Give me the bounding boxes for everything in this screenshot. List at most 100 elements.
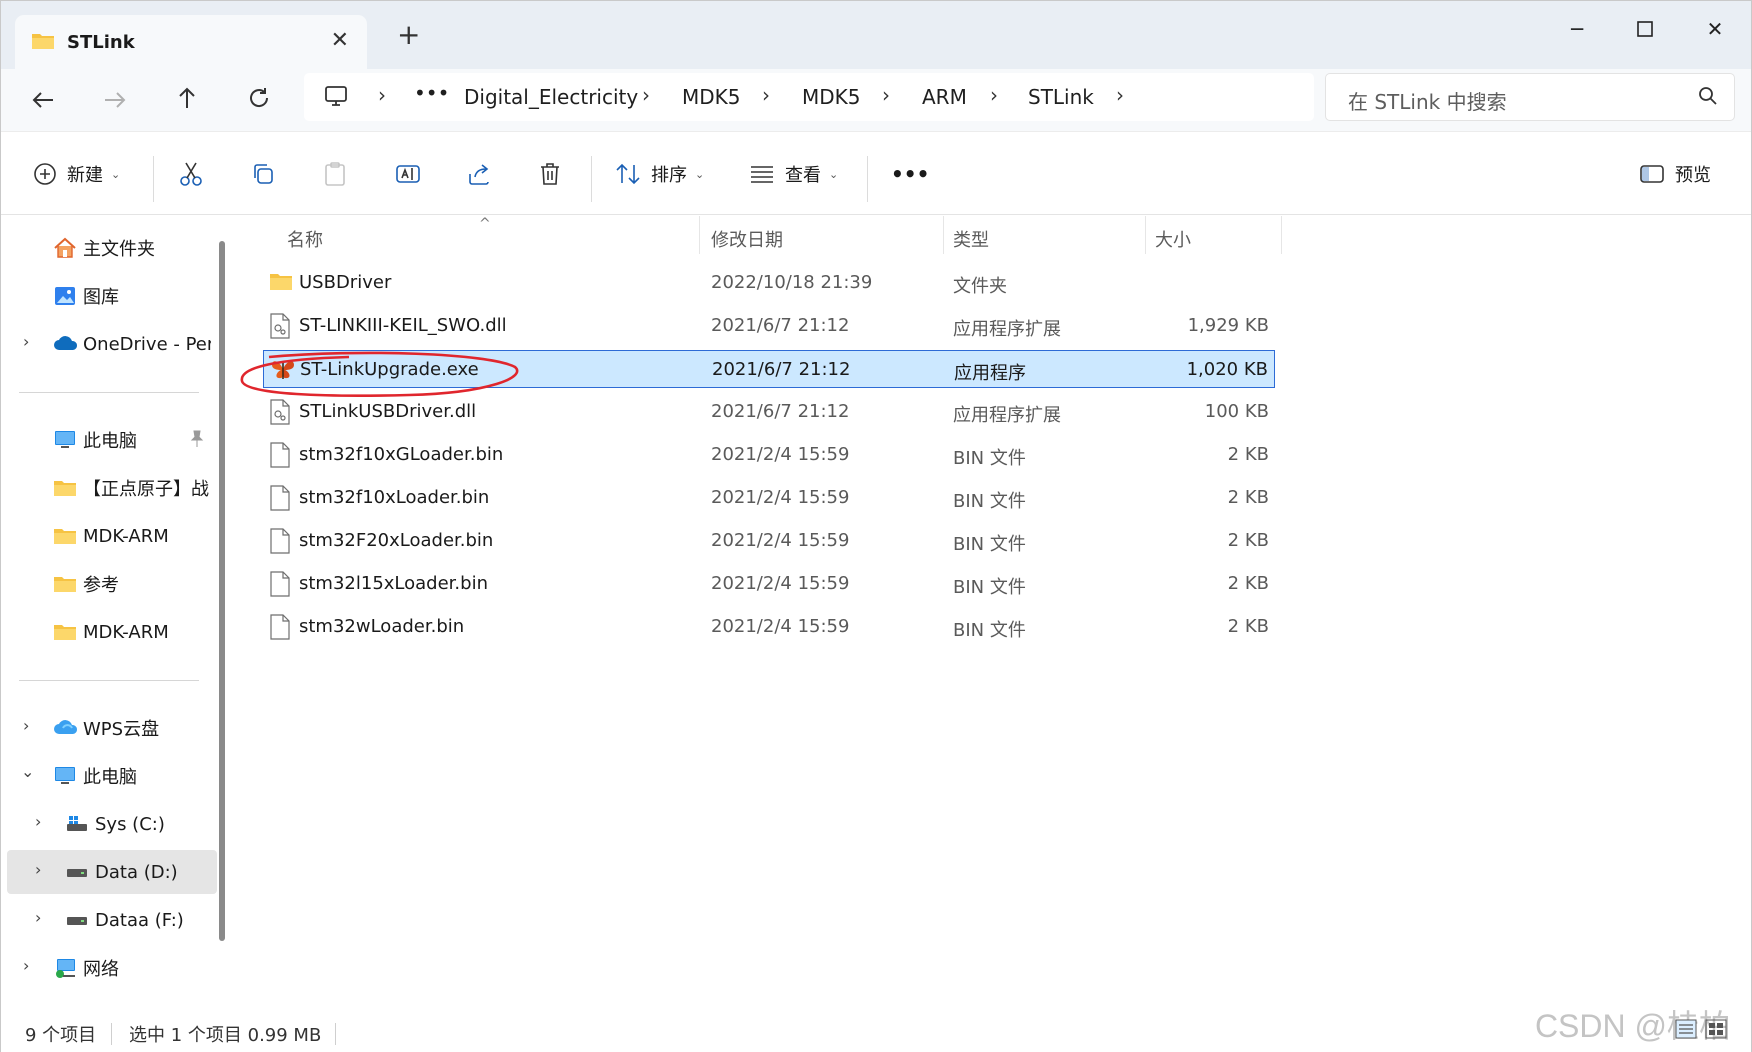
sidebar-label: 主文件夹 <box>83 239 155 260</box>
breadcrumb-stlink[interactable]: STLink <box>1028 85 1094 109</box>
close-tab-icon[interactable]: ✕ <box>331 28 349 53</box>
file-row-stlinkiii-keil-swo-dll[interactable]: ST-LINKIII-KEIL_SWO.dll 2021/6/7 21:12 应… <box>263 307 1275 345</box>
share-icon <box>469 164 489 185</box>
search-box[interactable]: 在 STLink 中搜索 <box>1325 73 1735 121</box>
back-button[interactable] <box>23 81 63 121</box>
sidebar-item-this-pc[interactable]: ⌄ 此电脑 <box>1 754 211 798</box>
breadcrumb-separator[interactable]: › <box>762 83 770 107</box>
chevron-right-icon[interactable]: › <box>35 812 41 831</box>
sort-button[interactable]: 排序 ⌄ <box>615 156 704 192</box>
column-header-size[interactable]: 大小 <box>1155 226 1191 252</box>
sidebar-item-reference[interactable]: 参考 <box>1 562 211 606</box>
tab-stlink[interactable]: STLink ✕ <box>15 15 367 69</box>
breadcrumb-separator[interactable]: › <box>642 83 650 107</box>
column-divider[interactable] <box>1281 216 1282 254</box>
preview-pane-icon <box>1640 165 1664 183</box>
preview-button[interactable]: 预览 <box>1639 156 1711 192</box>
sidebar-item-onedrive[interactable]: › OneDrive - Per <box>1 322 211 366</box>
file-explorer-window: STLink ✕ + ─ ✕ › ••• Digital_Electricity… <box>0 0 1752 1052</box>
list-view-icon <box>751 166 773 183</box>
paste-button[interactable] <box>323 156 347 192</box>
file-row-stm32f10xloader-bin[interactable]: stm32f10xLoader.bin 2021/2/4 15:59 BIN 文… <box>263 479 1275 517</box>
file-row-usbdriver[interactable]: USBDriver 2022/10/18 21:39 文件夹 <box>263 264 1275 302</box>
share-button[interactable] <box>467 156 493 192</box>
file-row-stm32f10xgloader-bin[interactable]: stm32f10xGLoader.bin 2021/2/4 15:59 BIN … <box>263 436 1275 474</box>
breadcrumb-mdk5[interactable]: MDK5 <box>682 85 741 109</box>
chevron-right-icon[interactable]: › <box>35 860 41 879</box>
close-window-button[interactable]: ✕ <box>1685 9 1745 49</box>
refresh-button[interactable] <box>239 81 279 121</box>
details-view-icon[interactable] <box>1675 1019 1697 1043</box>
home-icon <box>53 236 77 265</box>
sidebar-item-data-d[interactable]: › Data (D:) <box>7 850 217 894</box>
sidebar-item-zhengdian[interactable]: 【正点原子】战 <box>1 466 211 510</box>
toolbar-divider <box>591 156 592 202</box>
column-divider[interactable] <box>1145 216 1146 254</box>
file-size: 1,020 KB <box>1186 359 1268 380</box>
search-input[interactable]: 在 STLink 中搜索 <box>1348 86 1507 115</box>
monitor-icon[interactable] <box>324 85 348 111</box>
copy-button[interactable] <box>251 156 275 192</box>
file-date: 2021/2/4 15:59 <box>711 530 850 551</box>
column-header-name[interactable]: 名称 <box>287 226 323 252</box>
sidebar-label: MDK-ARM <box>83 621 169 643</box>
annotation-circle <box>240 351 519 397</box>
column-header-type[interactable]: 类型 <box>953 226 989 252</box>
sidebar-item-network[interactable]: › 网络 <box>1 946 211 990</box>
maximize-button[interactable] <box>1615 9 1675 49</box>
folder-icon <box>53 478 77 503</box>
sidebar-item-dataa-f[interactable]: › Dataa (F:) <box>1 898 211 942</box>
file-row-stm32f20xloader-bin[interactable]: stm32F20xLoader.bin 2021/2/4 15:59 BIN 文… <box>263 522 1275 560</box>
breadcrumb-more[interactable]: ••• <box>414 81 449 105</box>
new-button[interactable]: 新建 ⌄ <box>33 156 120 192</box>
file-row-stm32wloader-bin[interactable]: stm32wLoader.bin 2021/2/4 15:59 BIN 文件 2… <box>263 608 1275 646</box>
new-label: 新建 <box>67 165 103 186</box>
sidebar-item-mdk-arm[interactable]: MDK-ARM <box>1 514 211 558</box>
chevron-right-icon[interactable]: › <box>23 332 29 351</box>
sidebar-label: 参考 <box>83 575 119 596</box>
file-date: 2021/6/7 21:12 <box>711 401 850 422</box>
file-icon <box>269 528 291 558</box>
file-size: 100 KB <box>1204 401 1269 422</box>
forward-button[interactable] <box>95 81 135 121</box>
sidebar-item-home[interactable]: 主文件夹 <box>1 226 211 270</box>
chevron-right-icon[interactable]: › <box>35 908 41 927</box>
up-button[interactable] <box>167 81 207 121</box>
new-tab-button[interactable]: + <box>397 21 420 49</box>
more-options-button[interactable]: ••• <box>891 156 929 192</box>
column-divider[interactable] <box>699 216 700 254</box>
sidebar-item-this-pc-pinned[interactable]: 此电脑 <box>1 418 211 462</box>
file-date: 2021/6/7 21:12 <box>712 359 851 380</box>
breadcrumb-separator[interactable]: › <box>882 83 890 107</box>
minimize-button[interactable]: ─ <box>1547 9 1607 49</box>
breadcrumb-mdk5-inner[interactable]: MDK5 <box>802 85 861 109</box>
clipboard-icon <box>325 162 345 186</box>
breadcrumb-separator[interactable]: › <box>1116 83 1124 107</box>
breadcrumb-digital-electricity[interactable]: Digital_Electricity <box>464 85 638 109</box>
address-bar[interactable]: › ••• Digital_Electricity › MDK5 › MDK5 … <box>304 73 1314 121</box>
sidebar-item-mdk-arm-2[interactable]: MDK-ARM <box>1 610 211 654</box>
delete-button[interactable] <box>539 156 561 192</box>
file-name: STLinkUSBDriver.dll <box>299 401 477 422</box>
search-icon[interactable] <box>1698 86 1718 110</box>
rename-button[interactable] <box>395 156 421 192</box>
sidebar-item-wps-cloud[interactable]: › WPS云盘 <box>1 706 211 750</box>
chevron-right-icon[interactable]: › <box>23 956 29 975</box>
folder-icon <box>53 526 77 551</box>
sidebar-item-gallery[interactable]: 图库 <box>1 274 211 318</box>
view-button[interactable]: 查看 ⌄ <box>749 156 838 192</box>
file-row-stm32l15xloader-bin[interactable]: stm32l15xLoader.bin 2021/2/4 15:59 BIN 文… <box>263 565 1275 603</box>
column-header-date[interactable]: 修改日期 <box>711 226 783 252</box>
sidebar-item-sys-c[interactable]: › Sys (C:) <box>1 802 211 846</box>
cut-button[interactable] <box>179 156 203 192</box>
tiles-view-icon[interactable] <box>1705 1019 1727 1043</box>
sidebar-scrollbar[interactable] <box>219 241 225 941</box>
pin-icon[interactable] <box>189 430 205 453</box>
breadcrumb-separator[interactable]: › <box>990 83 998 107</box>
breadcrumb-separator[interactable]: › <box>378 83 386 107</box>
chevron-down-icon[interactable]: ⌄ <box>21 762 34 781</box>
breadcrumb-arm[interactable]: ARM <box>922 85 967 109</box>
chevron-right-icon[interactable]: › <box>23 716 29 735</box>
column-divider[interactable] <box>943 216 944 254</box>
file-size: 2 KB <box>1227 487 1269 508</box>
